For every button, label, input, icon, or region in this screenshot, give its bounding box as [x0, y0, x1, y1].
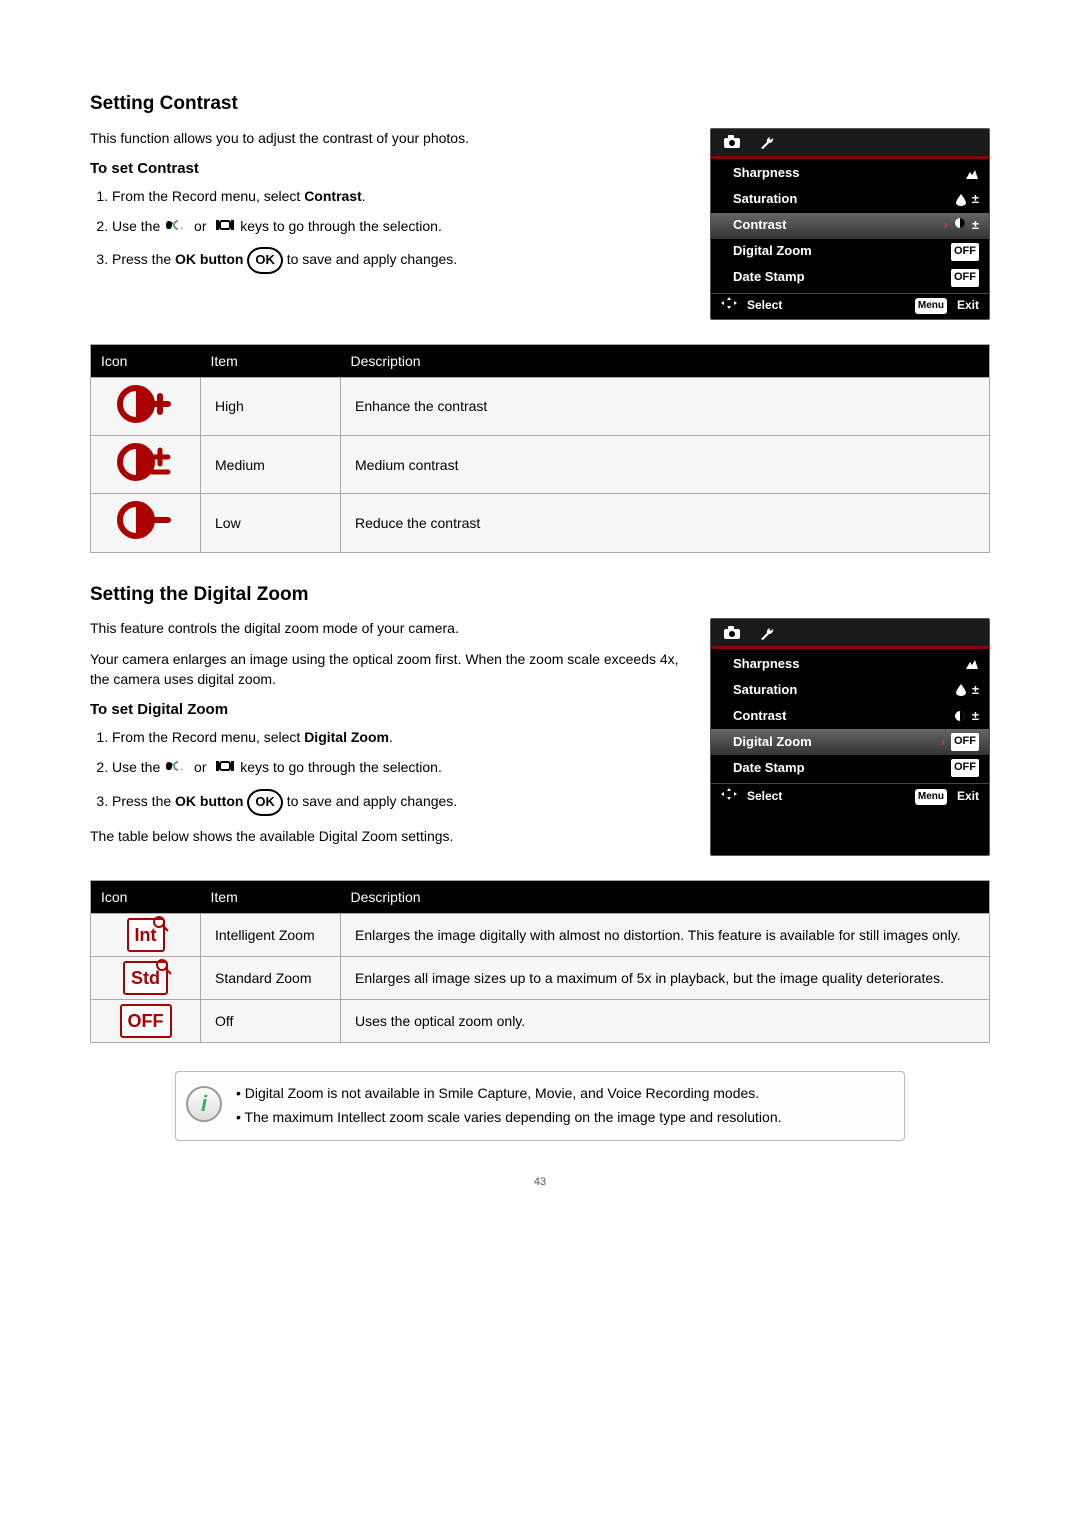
macro-key-icon: [164, 217, 186, 237]
date-stamp-off-badge: OFF: [951, 759, 979, 777]
menu-row-date-stamp: Date Stamp OFF: [711, 755, 989, 781]
note-item: Digital Zoom is not available in Smile C…: [236, 1083, 782, 1103]
th-icon: Icon: [91, 880, 201, 913]
contrast-step-3: Press the OK button OK to save and apply…: [112, 247, 686, 274]
contrast-medium-item: Medium: [215, 455, 326, 475]
table-row: Low Reduce the contrast: [91, 494, 990, 552]
zoom-intro-1: This feature controls the digital zoom m…: [90, 618, 686, 638]
contrast-high-item: High: [215, 396, 326, 416]
table-row: Medium Medium contrast: [91, 436, 990, 494]
footer-menu-pill: Menu: [915, 789, 947, 806]
ok-button-icon: OK: [247, 789, 283, 816]
contrast-low-desc: Reduce the contrast: [341, 494, 990, 552]
dpad-icon: [721, 297, 737, 314]
ok-button-icon: OK: [247, 247, 283, 274]
saturation-value-icon: ±: [956, 681, 979, 700]
footer-select-label: Select: [747, 297, 782, 314]
page-number: 43: [90, 1175, 990, 1191]
zoom-std-icon: Std: [91, 957, 201, 1000]
contrast-options-table: Icon Item Description High Enhance the c…: [90, 344, 990, 553]
table-row: Int Intelligent Zoom Enlarges the image …: [91, 914, 990, 957]
zoom-int-item: Intelligent Zoom: [215, 925, 326, 945]
footer-exit-label: Exit: [957, 297, 979, 314]
sharpness-value-icon: [965, 658, 979, 670]
contrast-low-icon: [91, 494, 201, 552]
digital-zoom-off-badge: OFF: [951, 243, 979, 261]
camera-tab-icon: [723, 135, 741, 149]
chevron-right-icon: ›: [944, 216, 948, 235]
flash-key-icon: [214, 217, 236, 237]
zoom-table-lead: The table below shows the available Digi…: [90, 826, 686, 846]
heading-setting-contrast: Setting Contrast: [90, 90, 990, 118]
sharpness-value-icon: [965, 168, 979, 180]
date-stamp-off-badge: OFF: [951, 269, 979, 287]
contrast-value-icon: [954, 216, 966, 235]
th-item: Item: [201, 344, 341, 377]
footer-exit-label: Exit: [957, 788, 979, 805]
footer-select-label: Select: [747, 788, 782, 805]
footer-menu-pill: Menu: [915, 298, 947, 315]
wrench-tab-icon: [759, 135, 777, 149]
saturation-value-icon: ±: [956, 190, 979, 209]
zoom-std-item: Standard Zoom: [215, 968, 326, 988]
menu-row-saturation: Saturation ±: [711, 677, 989, 703]
camera-menu-digital-zoom: Sharpness Saturation ± Contrast ± Digita…: [710, 618, 990, 856]
contrast-medium-desc: Medium contrast: [341, 436, 990, 494]
zoom-intro-2: Your camera enlarges an image using the …: [90, 649, 686, 690]
subheading-to-set-digital-zoom: To set Digital Zoom: [90, 699, 686, 721]
menu-row-saturation: Saturation ±: [711, 187, 989, 213]
menu-row-contrast: Contrast › ±: [711, 213, 989, 239]
info-icon: i: [186, 1086, 222, 1122]
camera-menu-contrast: Sharpness Saturation ± Contrast › ± Digi…: [710, 128, 990, 320]
contrast-step-2: Use the or keys to go through the select…: [112, 216, 686, 237]
zoom-step-2: Use the or keys to go through the select…: [112, 757, 686, 778]
th-icon: Icon: [91, 344, 201, 377]
contrast-low-item: Low: [215, 513, 326, 533]
contrast-high-desc: Enhance the contrast: [341, 377, 990, 435]
contrast-intro: This function allows you to adjust the c…: [90, 128, 686, 148]
chevron-right-icon: ›: [941, 733, 945, 752]
zoom-int-icon: Int: [91, 914, 201, 957]
digital-zoom-off-badge: OFF: [951, 733, 979, 751]
zoom-int-desc: Enlarges the image digitally with almost…: [341, 914, 990, 957]
zoom-step-3: Press the OK button OK to save and apply…: [112, 789, 686, 816]
wrench-tab-icon: [759, 626, 777, 640]
heading-setting-digital-zoom: Setting the Digital Zoom: [90, 581, 990, 609]
th-desc: Description: [341, 880, 990, 913]
table-row: Std Standard Zoom Enlarges all image siz…: [91, 957, 990, 1000]
menu-row-contrast: Contrast ±: [711, 703, 989, 729]
dpad-icon: [721, 788, 737, 805]
th-desc: Description: [341, 344, 990, 377]
note-item: The maximum Intellect zoom scale varies …: [236, 1107, 782, 1127]
macro-key-icon: [164, 758, 186, 778]
menu-row-sharpness: Sharpness: [711, 161, 989, 187]
flash-key-icon: [214, 758, 236, 778]
zoom-off-item: Off: [215, 1011, 326, 1031]
table-row: OFF Off Uses the optical zoom only.: [91, 1000, 990, 1043]
th-item: Item: [201, 880, 341, 913]
zoom-off-icon: OFF: [91, 1000, 201, 1043]
menu-row-digital-zoom: Digital Zoom ›OFF: [711, 729, 989, 755]
subheading-to-set-contrast: To set Contrast: [90, 158, 686, 180]
contrast-medium-icon: [91, 436, 201, 494]
menu-row-digital-zoom: Digital Zoom OFF: [711, 239, 989, 265]
contrast-value-icon: ±: [954, 707, 979, 726]
contrast-step-1: From the Record menu, select Contrast.: [112, 186, 686, 206]
menu-row-date-stamp: Date Stamp OFF: [711, 265, 989, 291]
note-box: i Digital Zoom is not available in Smile…: [175, 1071, 905, 1141]
zoom-std-desc: Enlarges all image sizes up to a maximum…: [341, 957, 990, 1000]
table-row: High Enhance the contrast: [91, 377, 990, 435]
menu-row-sharpness: Sharpness: [711, 651, 989, 677]
contrast-high-icon: [91, 377, 201, 435]
zoom-off-desc: Uses the optical zoom only.: [341, 1000, 990, 1043]
zoom-step-1: From the Record menu, select Digital Zoo…: [112, 727, 686, 747]
digital-zoom-options-table: Icon Item Description Int Intelligent Zo…: [90, 880, 990, 1044]
camera-tab-icon: [723, 626, 741, 640]
